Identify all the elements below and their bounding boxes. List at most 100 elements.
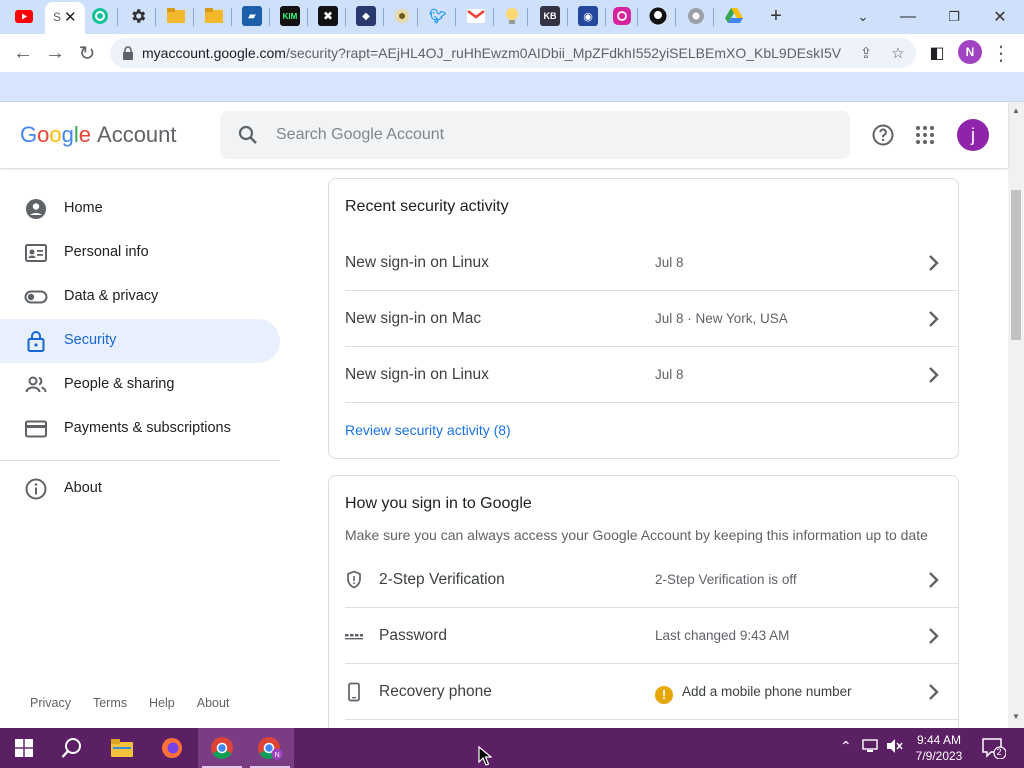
- lightbulb-tab-icon[interactable]: [502, 6, 522, 26]
- notifications-icon[interactable]: 2: [982, 737, 1007, 762]
- sonic-tab-icon[interactable]: ◉: [578, 6, 598, 26]
- menu-dots-icon[interactable]: ⋮: [986, 38, 1016, 68]
- back-arrow-icon[interactable]: ←: [8, 38, 38, 68]
- footer-link-terms[interactable]: Terms: [93, 696, 127, 710]
- sidebar-item-payments[interactable]: Payments & subscriptions: [0, 407, 280, 451]
- page-scrollbar[interactable]: ▲ ▼: [1008, 102, 1024, 728]
- sign-in-row-recovery-phone[interactable]: Recovery phone ! Add a mobile phone numbe…: [345, 664, 959, 720]
- grid-tab-icon[interactable]: ✖: [318, 6, 338, 26]
- image-tab-icon[interactable]: ◆: [356, 6, 376, 26]
- side-panel-icon[interactable]: ◧: [922, 38, 952, 68]
- sign-in-value: ! Add a mobile phone number: [655, 684, 852, 704]
- taskbar-clock[interactable]: 9:44 AM 7/9/2023: [906, 732, 972, 764]
- folder-tab-icon-2[interactable]: [204, 6, 224, 26]
- shield-icon: [347, 570, 361, 589]
- forward-arrow-icon[interactable]: →: [40, 38, 70, 68]
- sidebar-item-people-sharing[interactable]: People & sharing: [0, 363, 280, 407]
- bookmark-star-icon[interactable]: ☆: [888, 43, 908, 63]
- search-box[interactable]: [220, 111, 850, 159]
- review-security-activity-link[interactable]: Review security activity (8): [345, 422, 511, 438]
- warning-icon: !: [655, 686, 673, 704]
- tray-chevron-up-icon[interactable]: ⌃: [840, 738, 852, 755]
- folder-tab-icon[interactable]: [166, 6, 186, 26]
- file-explorer-icon[interactable]: [98, 728, 146, 768]
- sidebar-item-data-privacy[interactable]: Data & privacy: [0, 275, 280, 319]
- app-tab-icon[interactable]: ▰: [242, 6, 262, 26]
- chevron-right-icon: [929, 684, 939, 700]
- minimize-button[interactable]: —: [888, 4, 928, 30]
- footer-link-about[interactable]: About: [197, 696, 230, 710]
- network-icon[interactable]: [862, 738, 880, 757]
- sidebar-item-security[interactable]: Security: [0, 319, 280, 363]
- search-input[interactable]: [276, 123, 816, 147]
- dot-tab-icon[interactable]: [392, 6, 412, 26]
- account-avatar[interactable]: j: [957, 119, 989, 151]
- scroll-down-arrow-icon[interactable]: ▼: [1012, 712, 1020, 721]
- firefox-icon[interactable]: [148, 728, 196, 768]
- tab-search-chevron-icon[interactable]: ⌄: [843, 4, 883, 30]
- reload-icon[interactable]: ↻: [72, 38, 102, 68]
- activity-row[interactable]: New sign-in on Linux Jul 8: [345, 347, 959, 403]
- card-title: Recent security activity: [345, 198, 509, 215]
- close-window-button[interactable]: ✕: [980, 4, 1020, 30]
- scroll-up-arrow-icon[interactable]: ▲: [1012, 106, 1020, 115]
- address-bar[interactable]: myaccount.google.com/security?rapt=AEjHL…: [110, 38, 916, 68]
- browser-toolbar: ← → ↻ myaccount.google.com/security?rapt…: [0, 34, 1024, 72]
- share-icon[interactable]: ⇪: [856, 43, 876, 63]
- chrome-taskbar-icon[interactable]: [198, 728, 246, 768]
- search-icon[interactable]: [236, 123, 260, 147]
- logo-account-word: Account: [97, 122, 177, 147]
- chevron-right-icon: [929, 255, 939, 271]
- twitter-tab-icon[interactable]: 🐦︎: [428, 6, 448, 26]
- instagram-tab-icon[interactable]: [612, 6, 632, 26]
- kim-tab-icon[interactable]: KIM: [280, 6, 300, 26]
- sign-in-row-2sv[interactable]: 2-Step Verification 2-Step Verification …: [345, 552, 959, 608]
- sidebar-nav: Home Personal info Data & privacy Securi…: [0, 168, 290, 728]
- chrome-tab-icon[interactable]: [686, 6, 706, 26]
- volume-muted-icon[interactable]: [886, 738, 904, 757]
- notification-count: 2: [996, 747, 1002, 757]
- activity-row[interactable]: New sign-in on Linux Jul 8: [345, 235, 959, 291]
- help-icon[interactable]: [867, 119, 899, 151]
- scrollbar-thumb[interactable]: [1011, 190, 1021, 340]
- chevron-right-icon: [929, 572, 939, 588]
- footer-link-help[interactable]: Help: [149, 696, 175, 710]
- sidebar-item-label: Data & privacy: [64, 288, 159, 304]
- chrome-profile-taskbar-icon[interactable]: N: [246, 728, 294, 768]
- taskbar-search-icon[interactable]: [48, 728, 96, 768]
- browser-profile-avatar[interactable]: N: [958, 40, 982, 64]
- google-account-logo[interactable]: Google Account: [20, 122, 177, 148]
- clock-date: 7/9/2023: [915, 749, 963, 763]
- people-icon: [25, 376, 47, 393]
- gmail-tab-icon[interactable]: [466, 6, 486, 26]
- sidebar-divider: [0, 460, 280, 461]
- sidebar-item-home[interactable]: Home: [0, 187, 280, 231]
- youtube-tab-icon[interactable]: [14, 6, 34, 26]
- activity-row[interactable]: New sign-in on Mac Jul 8 · New York, USA: [345, 291, 959, 347]
- grammarly-tab-icon[interactable]: [90, 6, 110, 26]
- url-text[interactable]: myaccount.google.com/security?rapt=AEjHL…: [142, 45, 842, 61]
- github-tab-icon[interactable]: [648, 6, 668, 26]
- active-tab-favicon: S: [53, 10, 62, 24]
- sidebar-item-personal-info[interactable]: Personal info: [0, 231, 280, 275]
- svg-text:N: N: [275, 752, 280, 759]
- restore-button[interactable]: ❐: [934, 4, 974, 30]
- settings-tab-icon[interactable]: [128, 6, 148, 26]
- activity-label: New sign-in on Mac: [345, 310, 482, 327]
- apps-grid-icon[interactable]: [909, 119, 941, 151]
- password-dots-icon: [345, 634, 363, 640]
- tab-close-icon[interactable]: ✕: [64, 8, 77, 26]
- drive-tab-icon[interactable]: [724, 6, 744, 26]
- sign-in-row-password[interactable]: Password Last changed 9:43 AM: [345, 608, 959, 664]
- id-card-icon: [25, 244, 47, 262]
- windows-start-icon[interactable]: [0, 728, 48, 768]
- footer-link-privacy[interactable]: Privacy: [30, 696, 71, 710]
- active-tab[interactable]: S ✕: [45, 2, 85, 34]
- sign-in-label: 2-Step Verification: [379, 571, 505, 588]
- gallery-tab-icon[interactable]: KB: [540, 6, 560, 26]
- activity-label: New sign-in on Linux: [345, 254, 489, 271]
- sidebar-item-about[interactable]: About: [0, 467, 280, 511]
- lock-icon: [123, 46, 133, 60]
- info-icon: [25, 478, 47, 500]
- new-tab-plus-icon[interactable]: +: [766, 5, 786, 27]
